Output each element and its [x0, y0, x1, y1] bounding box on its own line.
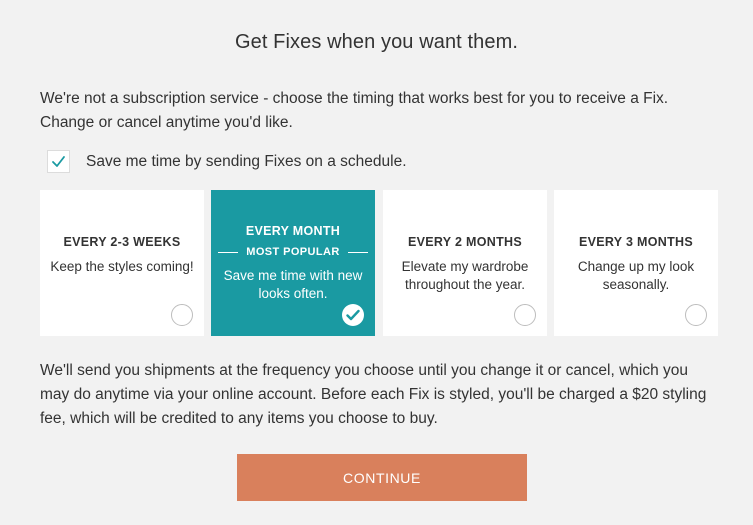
- schedule-checkbox[interactable]: [47, 150, 70, 173]
- radio-icon[interactable]: [514, 304, 536, 326]
- schedule-label: Save me time by sending Fixes on a sched…: [86, 152, 407, 170]
- radio-icon[interactable]: [171, 304, 193, 326]
- radio-icon[interactable]: [685, 304, 707, 326]
- option-every-month[interactable]: EVERY MONTH MOST POPULAR Save me time wi…: [211, 190, 375, 336]
- intro-text: We're not a subscription service - choos…: [40, 90, 669, 131]
- option-description: Change up my look seasonally.: [577, 259, 695, 292]
- divider: [347, 251, 368, 253]
- option-heading: EVERY MONTH: [245, 224, 341, 238]
- option-heading: EVERY 2 MONTHS: [408, 235, 522, 249]
- most-popular-badge: MOST POPULAR: [211, 246, 375, 258]
- badge-label: MOST POPULAR: [246, 246, 340, 258]
- page-title: Get Fixes when you want them.: [234, 31, 519, 53]
- option-every-2-months[interactable]: EVERY 2 MONTHS Elevate my wardrobe throu…: [383, 190, 547, 336]
- option-description: Save me time with new looks often.: [223, 268, 363, 301]
- option-heading: EVERY 3 MONTHS: [579, 235, 693, 249]
- option-description: Elevate my wardrobe throughout the year.: [401, 259, 529, 292]
- continue-button[interactable]: CONTINUE: [237, 454, 527, 501]
- option-heading: EVERY 2-3 WEEKS: [63, 235, 181, 249]
- option-every-3-months[interactable]: EVERY 3 MONTHS Change up my look seasona…: [554, 190, 718, 336]
- selected-check-icon[interactable]: [342, 304, 364, 326]
- schedule-option[interactable]: Save me time by sending Fixes on a sched…: [47, 150, 407, 173]
- divider: [218, 251, 239, 253]
- billing-note: We'll send you shipments at the frequenc…: [40, 362, 707, 427]
- checkmark-icon: [52, 156, 65, 167]
- option-every-2-3-weeks[interactable]: EVERY 2-3 WEEKS Keep the styles coming!: [40, 190, 204, 336]
- option-description: Keep the styles coming!: [50, 259, 194, 274]
